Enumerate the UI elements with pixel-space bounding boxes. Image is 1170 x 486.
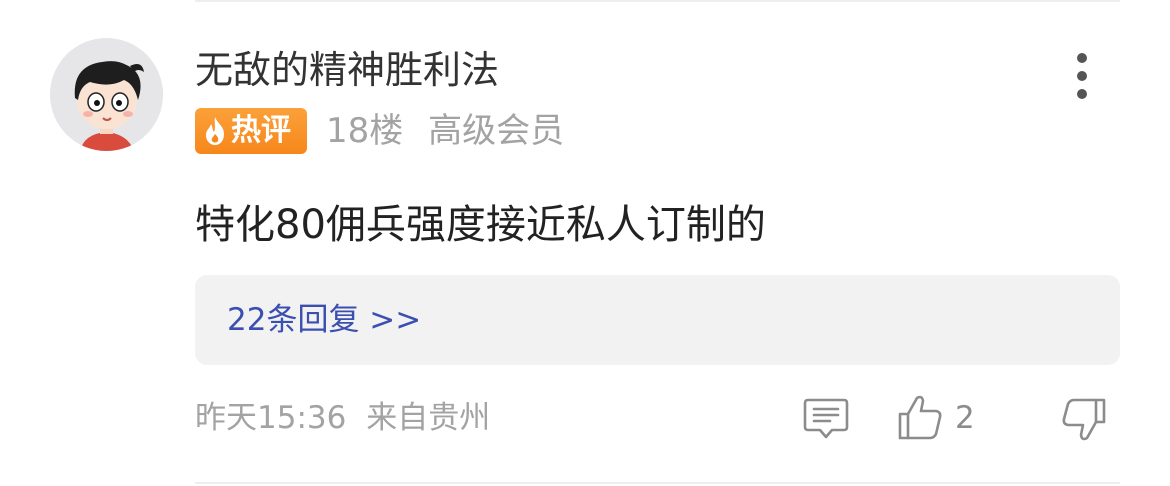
comment-location: 来自贵州 <box>366 400 491 436</box>
comment-footer-meta: 昨天15:36 来自贵州 <box>195 396 490 440</box>
member-level: 高级会员 <box>428 111 565 151</box>
comment-text: 特化80佣兵强度接近私人订制的 <box>195 202 766 248</box>
more-options-button[interactable] <box>1062 50 1102 102</box>
hot-comment-badge: 热评 <box>195 108 307 154</box>
flame-icon <box>206 117 224 145</box>
username[interactable]: 无敌的精神胜利法 <box>195 48 499 92</box>
comment-time: 昨天15:36 <box>195 400 347 436</box>
like-button[interactable]: 2 <box>896 392 986 444</box>
reply-button[interactable] <box>802 396 850 442</box>
like-count: 2 <box>955 400 975 436</box>
thumbs-up-icon <box>898 395 942 440</box>
dislike-button[interactable] <box>1058 396 1108 444</box>
comment-meta: 18楼 高级会员 <box>326 108 564 154</box>
hot-badge-label: 热评 <box>231 113 291 148</box>
view-replies-link[interactable]: 22条回复 >> <box>227 298 421 342</box>
avatar-illustration <box>50 38 163 151</box>
top-divider <box>195 0 1120 2</box>
floor-number: 18楼 <box>326 111 404 151</box>
avatar[interactable] <box>50 38 163 151</box>
replies-preview[interactable]: 22条回复 >> <box>195 275 1120 365</box>
thumbs-down-icon <box>1062 398 1106 441</box>
comment-icon <box>803 398 849 439</box>
vertical-ellipsis-icon <box>1077 53 1087 99</box>
bottom-divider <box>195 482 1120 484</box>
